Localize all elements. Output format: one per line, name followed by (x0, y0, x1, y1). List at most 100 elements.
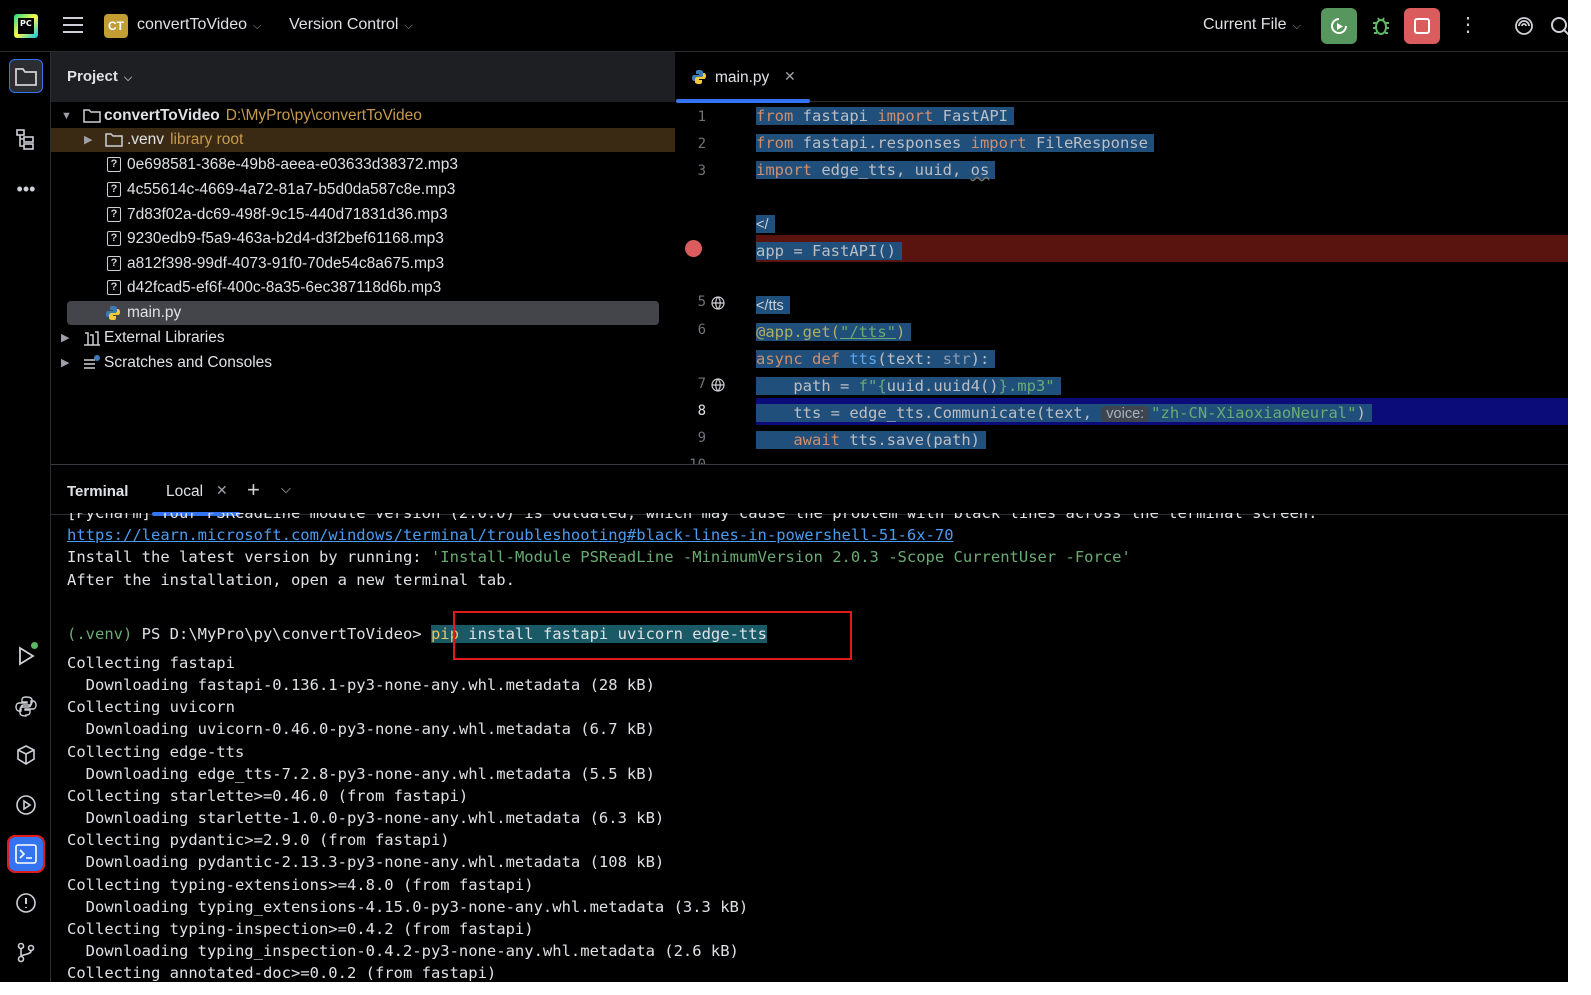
tree-external-libraries[interactable]: ▶ External Libraries (51, 326, 675, 350)
tree-file[interactable]: ? 0e698581-368e-49b8-aeea-e03633d38372.mp… (51, 153, 675, 177)
rerun-button[interactable] (1321, 8, 1357, 44)
library-icon (84, 331, 100, 346)
new-tab-plus-icon[interactable]: + (247, 477, 260, 503)
unknown-file-icon: ? (107, 256, 121, 271)
more-icon[interactable]: ••• (9, 172, 43, 206)
tree-venv-folder[interactable]: ▶ .venv library root (51, 128, 675, 152)
line-number-current: 8 (697, 403, 706, 419)
file-name: 0e698581-368e-49b8-aeea-e03633d38372.mp3 (127, 156, 458, 173)
services-button[interactable] (9, 788, 43, 822)
run-config-selector[interactable]: Current File ⌵ (1203, 16, 1301, 34)
venv-name: .venv (127, 131, 165, 148)
tab-label: main.py (715, 69, 770, 86)
run-config-label: Current File (1203, 16, 1287, 33)
code-lens[interactable]: </tts (756, 292, 790, 319)
ai-assistant-icon[interactable] (1512, 14, 1536, 38)
terminal-line: Downloading fastapi-0.136.1-py3-none-any… (67, 676, 655, 694)
search-icon[interactable] (1548, 14, 1568, 38)
stop-icon (1414, 18, 1430, 34)
terminal-output[interactable]: [PyCharm] Your PSReadLine module version… (67, 513, 1557, 982)
project-panel-title[interactable]: Project ⌵ (67, 68, 132, 85)
structure-tool-button[interactable] (9, 122, 43, 156)
code-line: path = f"{uuid.uuid4()}.mp3" (756, 373, 1061, 400)
line-number: 2 (697, 136, 706, 152)
rerun-icon (1331, 18, 1347, 34)
stop-button[interactable] (1404, 8, 1440, 44)
line-number: 6 (697, 322, 706, 338)
code-line: async def tts(text: str): (756, 346, 996, 373)
tree-file[interactable]: ? 4c55614c-4669-4a72-81a7-b5d0da587c8e.mp… (51, 178, 675, 202)
terminal-link[interactable]: https://learn.microsoft.com/windows/term… (67, 524, 954, 546)
chevron-down-icon[interactable]: ⌵ (281, 481, 291, 497)
close-icon[interactable]: ✕ (784, 68, 796, 85)
problems-button[interactable] (9, 886, 43, 920)
terminal-line: Downloading edge_tts-7.2.8-py3-none-any.… (67, 765, 655, 783)
tab-main-py[interactable]: main.py ✕ (676, 52, 810, 103)
line-number: 3 (697, 163, 706, 179)
chevron-down-icon: ⌵ (123, 72, 133, 84)
editor-gutter: 1 2 3 5 6 7 8 9 10 11 (676, 103, 756, 500)
tree-file-main-py[interactable]: main.py (67, 301, 659, 325)
project-switcher[interactable]: convertToVideo ⌵ (137, 16, 261, 34)
terminal-tab-label: Local (166, 483, 204, 500)
terminal-line: [PyCharm] Your PSReadLine module version… (67, 513, 1318, 522)
run-tool-button[interactable] (9, 639, 43, 673)
unknown-file-icon: ? (107, 182, 121, 197)
scratches-icon (84, 355, 100, 369)
terminal-icon (15, 844, 37, 864)
chevron-down-icon: ⌵ (253, 20, 262, 32)
terminal-tab-local[interactable]: Local ✕ (152, 465, 240, 516)
project-tool-button[interactable] (9, 59, 43, 93)
more-icon[interactable]: ⋮ (1458, 14, 1478, 38)
tree-file[interactable]: ? 9230edb9-f5a9-463a-b2d4-d3f2bef61168.mp… (51, 227, 675, 251)
globe-icon[interactable] (711, 296, 725, 310)
version-control-menu[interactable]: Version Control ⌵ (289, 16, 413, 34)
terminal-tool-button[interactable] (7, 835, 45, 873)
unknown-file-icon: ? (107, 231, 121, 246)
code-editor: main.py ✕ 1 2 3 5 6 7 8 9 10 11 from fas… (676, 52, 1568, 500)
tree-file[interactable]: ? d42fcad5-ef6f-400c-8a35-6ec387118d6b.mp… (51, 276, 675, 300)
tool-window-strip: ••• (0, 52, 51, 982)
git-icon (17, 942, 35, 963)
code-line: @app.get("/tts") (756, 319, 912, 346)
annotation-box (453, 611, 852, 660)
close-icon[interactable]: ✕ (216, 482, 228, 499)
terminal-panel: Terminal Local ✕ + ⌵ [PyCharm] Your PSRe… (51, 464, 1568, 982)
chevron-down-icon: ⌵ (404, 20, 413, 32)
python-packages-button[interactable] (9, 738, 43, 772)
folder-icon (105, 133, 123, 147)
terminal-line: Install the latest version by running: '… (67, 548, 1131, 566)
project-panel-header: Project ⌵ (51, 52, 675, 102)
unknown-file-icon: ? (107, 207, 121, 222)
terminal-title: Terminal (67, 483, 129, 500)
project-badge[interactable]: CT (104, 14, 128, 38)
folder-icon (83, 109, 101, 123)
line-number: 9 (697, 430, 706, 446)
code-lens[interactable]: </ (756, 211, 775, 238)
tree-file[interactable]: ? 7d83f02a-dc69-498f-9c15-440d71831d36.mp… (51, 203, 675, 227)
tree-root-folder[interactable]: ▼ convertToVideo D:\MyPro\py\convertToVid… (51, 104, 675, 128)
tree-scratches[interactable]: ▶ Scratches and Consoles (51, 351, 675, 375)
chevron-down-icon: ▼ (61, 110, 72, 122)
code-area[interactable]: from fastapi import FastAPI from fastapi… (756, 103, 1568, 464)
terminal-line: Collecting annotated-doc>=0.0.2 (from fa… (67, 964, 497, 982)
hamburger-icon[interactable] (63, 17, 83, 33)
code-line: import edge_tts, uuid, os (756, 157, 996, 184)
globe-icon[interactable] (711, 378, 725, 392)
python-file-icon (692, 70, 706, 84)
file-name: 7d83f02a-dc69-498f-9c15-440d71831d36.mp3 (127, 206, 448, 223)
root-folder-name: convertToVideo (104, 107, 220, 124)
python-console-button[interactable] (9, 689, 43, 723)
terminal-line: Collecting starlette>=0.46.0 (from fasta… (67, 787, 469, 805)
parameter-hint: voice: (1101, 406, 1150, 422)
version-control-label: Version Control (289, 16, 399, 33)
python-packages-icon (17, 745, 35, 765)
terminal-line: Collecting edge-tts (67, 743, 245, 761)
breakpoint-icon[interactable] (685, 240, 702, 257)
debug-icon[interactable] (1369, 14, 1393, 38)
terminal-line: Collecting pydantic>=2.9.0 (from fastapi… (67, 831, 450, 849)
services-icon (16, 795, 36, 815)
git-button[interactable] (9, 935, 43, 969)
tree-file[interactable]: ? a812f398-99df-4073-91f0-70de54c8a675.mp… (51, 252, 675, 276)
terminal-line: Downloading starlette-1.0.0-py3-none-any… (67, 809, 665, 827)
